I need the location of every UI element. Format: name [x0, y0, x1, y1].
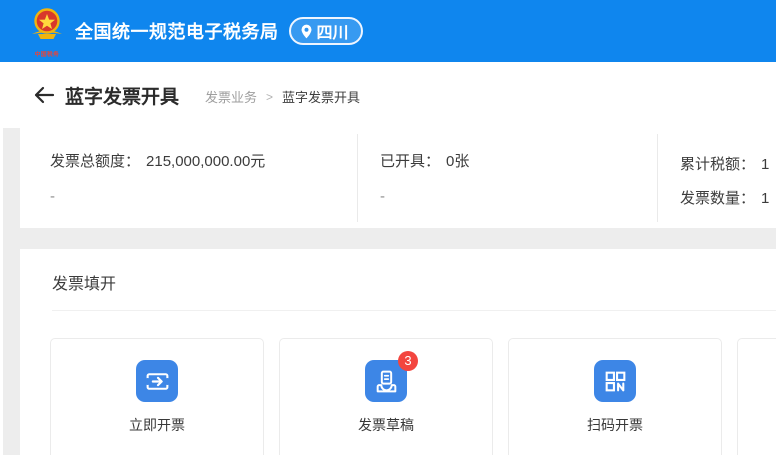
etax-bureau-page: 中国税务 全国统一规范电子税务局 四川 蓝字发票开具 发票业务 > 蓝字发票开具… — [0, 0, 776, 455]
tile-label: 立即开票 — [129, 417, 185, 433]
issued-value: 0张 — [446, 153, 470, 170]
section-divider — [52, 310, 776, 311]
tile-issue-now[interactable]: 立即开票 — [50, 338, 264, 455]
total-quota-label: 发票总额度： — [50, 153, 141, 170]
invoice-fill-card: 发票填开 立即开票 3 发票草稿 扫码开票 — [20, 249, 776, 455]
quota-stats-card: 发票总额度： 215,000,000.00元 - 已开具： 0张 - 累计税额： 1 … — [20, 128, 776, 228]
total-quota-sub: - — [50, 188, 55, 205]
tax-bureau-logo: 中国税务 — [28, 7, 66, 59]
breadcrumb-separator: > — [266, 89, 274, 104]
breadcrumb: 发票业务 > 蓝字发票开具 — [205, 84, 360, 106]
back-button[interactable] — [31, 82, 57, 108]
ticket-arrow-icon — [136, 360, 178, 402]
page-title: 蓝字发票开具 — [65, 86, 180, 108]
logo-caption: 中国税务 — [34, 52, 60, 58]
invoice-count-label: 发票数量： — [680, 190, 756, 207]
printer-draft-icon: 3 — [365, 351, 418, 402]
issued-label: 已开具： — [380, 153, 441, 170]
tile-partial[interactable] — [737, 338, 776, 455]
total-tax-stat: 累计税额： 1 — [680, 153, 769, 174]
qrcode-icon — [594, 360, 636, 402]
tile-scan-qr[interactable]: 扫码开票 — [508, 338, 722, 455]
app-header: 中国税务 全国统一规范电子税务局 四川 — [0, 0, 776, 62]
tile-invoice-drafts[interactable]: 3 发票草稿 — [279, 338, 493, 455]
total-quota-stat: 发票总额度： 215,000,000.00元 — [50, 150, 265, 171]
total-tax-value: 1 — [761, 156, 770, 173]
breadcrumb-current: 蓝字发票开具 — [282, 90, 361, 105]
total-quota-value: 215,000,000.00元 — [146, 153, 266, 170]
issued-stat: 已开具： 0张 — [380, 150, 469, 171]
national-emblem-icon — [30, 7, 64, 50]
stats-divider — [657, 134, 658, 222]
region-label: 四川 — [316, 25, 349, 42]
drafts-count-badge: 3 — [398, 351, 418, 371]
tile-label: 发票草稿 — [358, 417, 414, 433]
stats-divider — [357, 134, 358, 222]
tile-label: 扫码开票 — [587, 417, 643, 433]
section-title: 发票填开 — [52, 276, 117, 293]
breadcrumb-parent[interactable]: 发票业务 — [205, 87, 257, 106]
breadcrumb-bar: 蓝字发票开具 发票业务 > 蓝字发票开具 — [0, 62, 776, 128]
region-selector[interactable]: 四川 — [288, 17, 363, 45]
issued-sub: - — [380, 188, 385, 205]
arrow-left-icon — [33, 85, 55, 105]
invoice-count-value: 1 — [761, 190, 770, 207]
location-pin-icon — [299, 23, 314, 40]
invoice-count-stat: 发票数量： 1 — [680, 187, 769, 208]
total-tax-label: 累计税额： — [680, 156, 756, 173]
app-title: 全国统一规范电子税务局 — [75, 22, 279, 42]
invoice-tiles: 立即开票 3 发票草稿 扫码开票 — [50, 338, 776, 455]
